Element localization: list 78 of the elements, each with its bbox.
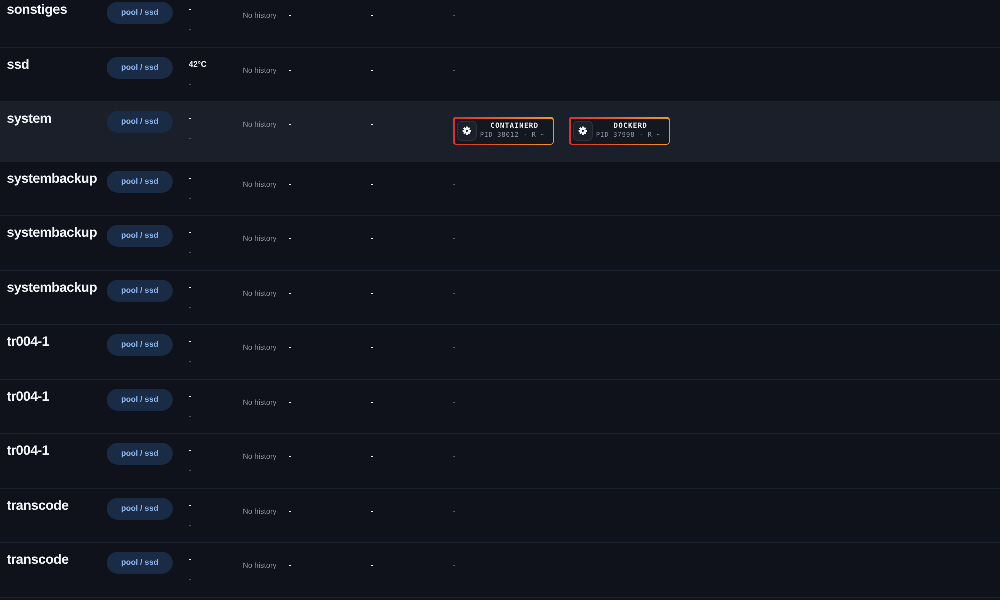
- column-value: -: [453, 506, 456, 516]
- metric-value: -: [189, 554, 192, 566]
- metric-value: -: [189, 500, 192, 512]
- column-value: -: [371, 180, 374, 188]
- pool-badge: pool / ssd: [107, 552, 173, 574]
- column-value: -: [289, 234, 292, 243]
- column-value: -: [289, 452, 292, 461]
- pool-badge: pool / ssd: [107, 498, 173, 520]
- row-title: tr004-1: [7, 388, 50, 404]
- column-value: -: [289, 120, 292, 129]
- column-value: -: [371, 398, 374, 406]
- gear-icon: [457, 121, 477, 141]
- gear-icon: [573, 121, 593, 141]
- metric-subvalue: -: [189, 247, 192, 259]
- pool-badge: pool / ssd: [107, 170, 173, 192]
- metric-value: -: [189, 445, 192, 457]
- metric-subvalue: -: [189, 410, 192, 422]
- column-value: -: [289, 66, 292, 74]
- metric-subvalue: -: [189, 192, 192, 204]
- column-value: -: [371, 343, 374, 352]
- metric-subvalue: -: [189, 520, 192, 532]
- metric-value: -: [189, 4, 192, 16]
- column-value: -: [371, 452, 374, 461]
- column-value: -: [453, 11, 456, 20]
- metric-value: -: [189, 336, 192, 348]
- metric-value: -: [189, 113, 192, 125]
- column-value: -: [453, 288, 456, 298]
- column-value: -: [371, 120, 374, 129]
- metric-subvalue: -: [189, 356, 192, 368]
- column-value: -: [453, 561, 456, 570]
- pool-badge: pool / ssd: [107, 334, 173, 356]
- row-title: transcode: [7, 552, 69, 568]
- metric-value: 42°C: [189, 58, 207, 70]
- column-value: -: [371, 11, 374, 20]
- row-title: tr004-1: [7, 443, 50, 459]
- column-value: -: [289, 288, 292, 298]
- column-value: -: [453, 180, 456, 188]
- metric-subvalue: -: [189, 78, 192, 90]
- column-value: -: [289, 561, 292, 570]
- column-value: -: [371, 506, 374, 516]
- column-value: -: [453, 66, 456, 74]
- column-value: -: [453, 452, 456, 461]
- row-title: systembackup: [7, 280, 98, 296]
- column-value: -: [289, 506, 292, 516]
- pool-badge: pool / ssd: [107, 2, 173, 24]
- column-value: -: [371, 234, 374, 243]
- row-title: sonstiges: [7, 2, 68, 18]
- pool-badge: pool / ssd: [107, 56, 173, 78]
- metric-subvalue: -: [189, 465, 192, 477]
- metric-value: -: [189, 172, 192, 184]
- row-title: systembackup: [7, 170, 98, 186]
- row-title: tr004-1: [7, 334, 50, 350]
- column-value: -: [289, 343, 292, 352]
- metric-value: -: [189, 282, 192, 294]
- column-value: -: [453, 343, 456, 352]
- metric-value: -: [189, 390, 192, 402]
- pool-badge: pool / ssd: [107, 111, 173, 133]
- metric-value: -: [189, 227, 192, 239]
- column-value: -: [371, 66, 374, 74]
- column-value: -: [289, 398, 292, 406]
- metric-subvalue: -: [189, 302, 192, 314]
- row-title: transcode: [7, 498, 69, 514]
- pool-badge: pool / ssd: [107, 225, 173, 247]
- pool-badge: pool / ssd: [107, 388, 173, 410]
- column-value: -: [289, 180, 292, 188]
- pool-badge: pool / ssd: [107, 280, 173, 302]
- column-value: -: [371, 288, 374, 298]
- metric-subvalue: -: [189, 24, 192, 36]
- column-value: -: [453, 234, 456, 243]
- column-value: -: [371, 561, 374, 570]
- row-title: system: [7, 111, 52, 127]
- metric-subvalue: -: [189, 574, 192, 586]
- row-title: systembackup: [7, 225, 98, 241]
- column-value: -: [289, 11, 292, 20]
- metric-subvalue: -: [189, 133, 192, 145]
- pool-badge: pool / ssd: [107, 443, 173, 465]
- row-title: ssd: [7, 56, 30, 72]
- column-value: -: [453, 398, 456, 406]
